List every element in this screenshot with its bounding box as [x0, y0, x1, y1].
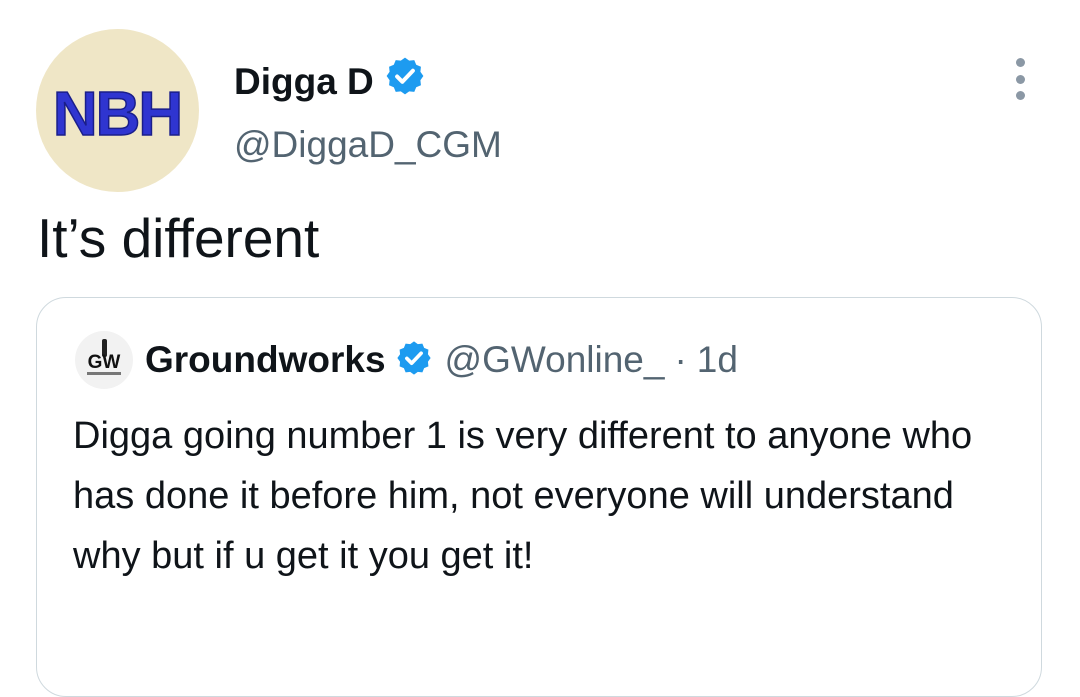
- more-dot: [1015, 91, 1025, 100]
- quoted-author-handle[interactable]: @GWonline_: [445, 339, 665, 381]
- quoted-tweet-timestamp[interactable]: 1d: [697, 339, 738, 381]
- author-display-name[interactable]: Digga D: [234, 59, 374, 105]
- quoted-tweet-header: GW Groundworks @GWonline_ · 1d: [75, 331, 738, 389]
- verified-badge-icon: [395, 339, 433, 382]
- author-handle[interactable]: @DiggaD_CGM: [234, 122, 502, 168]
- quoted-avatar-logo-text: GW: [88, 352, 121, 373]
- groundworks-logo: GW: [87, 339, 121, 375]
- verified-badge-icon: [384, 55, 426, 108]
- more-options-icon[interactable]: [1004, 58, 1036, 100]
- nbh-logo: NBH: [52, 79, 184, 150]
- quoted-author-avatar[interactable]: GW: [75, 331, 133, 389]
- quoted-tweet-text: Digga going number 1 is very different t…: [73, 415, 973, 577]
- quoted-author-display-name[interactable]: Groundworks: [145, 339, 386, 381]
- author-name-row[interactable]: Digga D: [234, 55, 426, 108]
- author-avatar[interactable]: NBH: [36, 29, 199, 192]
- quoted-tweet-card[interactable]: GW Groundworks @GWonline_ · 1d Digga goi…: [36, 297, 1042, 697]
- separator-dot: ·: [674, 339, 687, 380]
- avatar-logo-text: NBH: [53, 80, 181, 149]
- more-dot: [1015, 58, 1025, 67]
- more-dot: [1015, 74, 1025, 84]
- tweet-text: It’s different: [37, 207, 320, 269]
